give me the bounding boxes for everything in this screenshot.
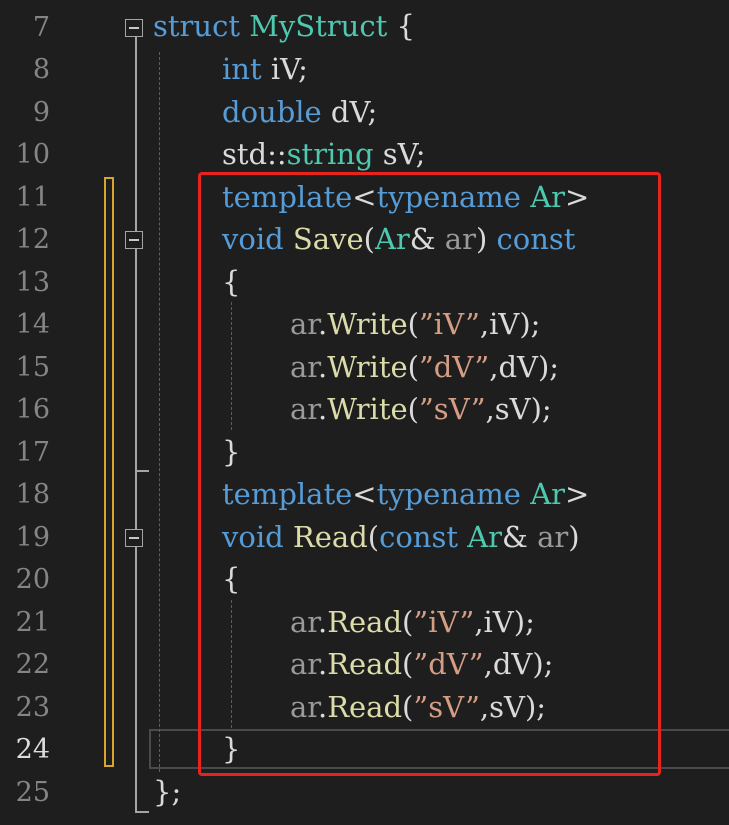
- struct-close: };: [153, 775, 182, 809]
- namespace: std::: [222, 137, 287, 171]
- code-line-8[interactable]: int iV;: [0, 48, 729, 90]
- member-decl: dV;: [330, 95, 378, 129]
- member-decl: sV;: [382, 137, 426, 171]
- type-name: string: [286, 137, 374, 171]
- code-editor[interactable]: 7 8 9 10 11 12 13 14 15 16 17 18 19 20 2…: [0, 0, 729, 825]
- code-line-10[interactable]: std::string sV;: [0, 133, 729, 175]
- keyword: struct: [153, 9, 240, 43]
- type-keyword: int: [222, 52, 262, 86]
- code-line-25[interactable]: };: [0, 771, 729, 813]
- brace: {: [396, 9, 415, 43]
- struct-name: MyStruct: [249, 9, 388, 43]
- code-line-9[interactable]: double dV;: [0, 91, 729, 133]
- type-keyword: double: [222, 95, 322, 129]
- code-line-7[interactable]: struct MyStruct {: [0, 5, 729, 47]
- member-decl: iV;: [270, 52, 308, 86]
- highlight-annotation-box: [198, 172, 661, 776]
